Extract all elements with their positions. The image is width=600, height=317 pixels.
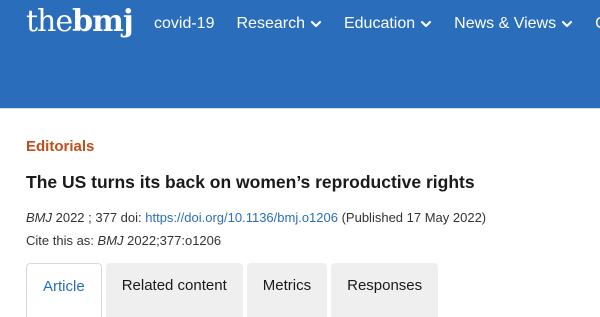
nav-item-news-views[interactable]: News & Views [454,15,573,33]
nav-item-label: News & Views [454,15,557,32]
cite-as: Cite this as: BMJ 2022;377:o1206 [26,233,221,248]
main-nav: covid-19 Research Education News & Views… [154,13,600,35]
cite-reference: 2022;377:o1206 [123,233,222,248]
published-date: (Published 17 May 2022) [337,210,487,225]
logo-the: the [26,4,73,39]
nav-item-label: Education [343,15,416,32]
chevron-down-icon [420,18,432,30]
article-tabs: Article Related content Metrics Response… [26,263,442,317]
bmj-logo[interactable]: thebmj [26,4,134,44]
tab-metrics[interactable]: Metrics [246,263,328,317]
year-volume: 2022 ; 377 doi: [52,210,146,225]
site-header: thebmj covid-19 Research Education News … [0,0,600,108]
header-divider [0,108,600,109]
journal-name: BMJ [26,210,52,225]
cite-prefix: Cite this as: [26,233,98,248]
logo-bmj: bmj [72,4,134,39]
article-title: The US turns its back on women’s reprodu… [26,172,475,192]
nav-item-label: Research [236,15,305,32]
nav-item-education[interactable]: Education [344,15,432,33]
article-section-label[interactable]: Editorials [26,138,94,155]
tab-article[interactable]: Article [26,263,102,317]
chevron-down-icon [561,18,573,30]
cite-journal: BMJ [97,233,124,248]
nav-item-label: Ca [595,15,600,33]
nav-item-truncated[interactable]: Ca [595,15,600,33]
article-meta: BMJ 2022 ; 377 doi: https://doi.org/10.1… [26,210,486,225]
tab-related-content[interactable]: Related content [105,263,243,317]
nav-item-label: covid-19 [154,15,215,32]
tab-responses[interactable]: Responses [331,263,439,317]
nav-item-research[interactable]: Research [236,15,322,33]
doi-link[interactable]: https://doi.org/10.1136/bmj.o1206 [145,210,338,225]
nav-item-covid-19[interactable]: covid-19 [154,15,214,33]
chevron-down-icon [310,18,322,30]
